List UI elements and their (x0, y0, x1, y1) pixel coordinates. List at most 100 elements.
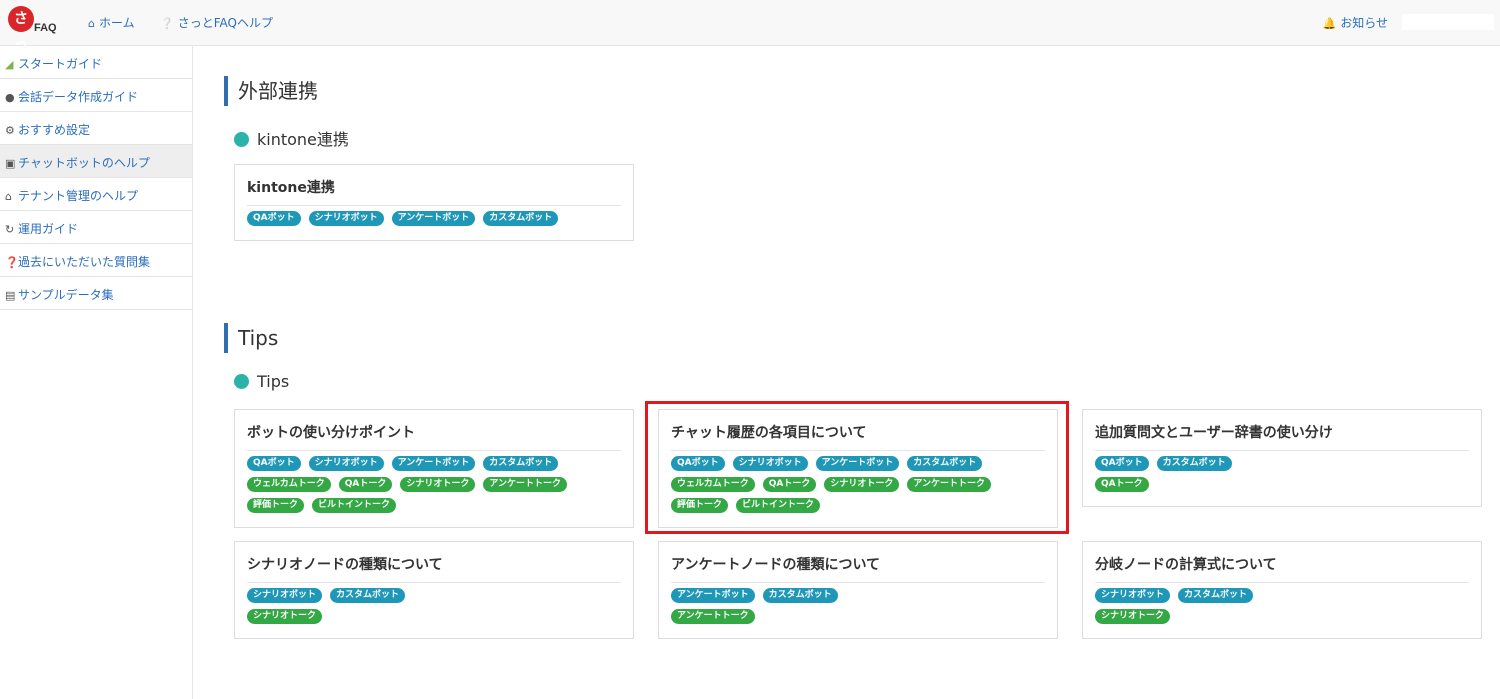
sidebar-item[interactable]: ❓過去にいただいた質問集 (0, 244, 192, 277)
sidebar-item-label: テナント管理のヘルプ (18, 189, 139, 203)
question-circle-icon: ❔ (160, 17, 174, 30)
talk-tag[interactable]: アンケートトーク (907, 477, 992, 492)
section-title-external: 外部連携 (224, 76, 318, 106)
talk-tag[interactable]: QAトーク (1095, 477, 1149, 492)
talk-tag[interactable]: ビルトイントーク (312, 498, 397, 513)
help-article-card[interactable]: チャット履歴の各項目について QAボット シナリオボット アンケートボット カスタムボッ… (658, 409, 1058, 528)
help-article-card[interactable]: ボットの使い分けポイント QAボット シナリオボット アンケートボット カスタムボットウ… (234, 409, 634, 528)
bot-tag[interactable]: QAボット (247, 456, 301, 471)
talk-tag[interactable]: シナリオトーク (400, 477, 476, 492)
sidebar-item[interactable]: ◢ スタートガイド (0, 46, 192, 79)
talk-tag[interactable]: アンケートトーク (671, 609, 755, 624)
sidebar-item[interactable]: ⚙ おすすめ設定 (0, 112, 192, 145)
sidebar-item[interactable]: ▤ サンプルデータ集 (0, 277, 192, 310)
bot-tag[interactable]: カスタムボット (483, 211, 559, 226)
bell-icon: 🔔 (1322, 17, 1337, 30)
home-icon: ⌂ (88, 17, 95, 30)
bot-tag[interactable]: QAボット (1095, 456, 1149, 471)
top-navbar: さっ FAQ ⌂ ホーム ❔ さっとFAQヘルプ 🔔 お知らせ (0, 0, 1500, 53)
nav-help-label: さっとFAQヘルプ (177, 16, 273, 30)
file-icon: ▤ (5, 289, 16, 302)
sidebar-item[interactable]: ▣ チャットボットのヘルプ (0, 145, 192, 178)
bot-tag[interactable]: カスタムボット (1178, 588, 1254, 603)
bullet-dot-icon (234, 132, 249, 147)
help-article-card[interactable]: kintone連携 QAボット シナリオボット アンケートボット カスタムボット (234, 164, 634, 241)
sidebar-item[interactable]: ⌂ テナント管理のヘルプ (0, 178, 192, 211)
bot-tag[interactable]: シナリオボット (1095, 588, 1171, 603)
logo-text: FAQ (34, 22, 57, 34)
sidebar-item[interactable]: ● 会話データ作成ガイド (0, 79, 192, 112)
talk-tag[interactable]: QAトーク (338, 477, 393, 492)
beginner-mark-icon: ◢ (5, 58, 14, 71)
robot-icon: ▣ (5, 157, 16, 170)
bot-tag[interactable]: アンケートボット (671, 588, 755, 603)
bot-tag[interactable]: アンケートボット (815, 456, 900, 471)
bot-tag[interactable]: カスタムボット (483, 456, 559, 471)
help-article-card[interactable]: 追加質問文とユーザー辞書の使い分け QAボット カスタムボット QAトーク (1082, 409, 1482, 507)
talk-tag[interactable]: ウェルカムトーク (671, 477, 755, 492)
sidebar-item-label: スタートガイド (18, 57, 103, 71)
card-title: kintone連携 (247, 177, 621, 206)
talk-tag[interactable]: ビルトイントーク (736, 498, 821, 513)
card-title: 追加質問文とユーザー辞書の使い分け (1095, 422, 1469, 451)
nav-help-link[interactable]: ❔ さっとFAQヘルプ (160, 14, 273, 31)
talk-tag[interactable]: シナリオトーク (824, 477, 900, 492)
talk-tag[interactable]: シナリオトーク (247, 609, 323, 624)
bot-tag[interactable]: QAボット (671, 456, 725, 471)
card-title: シナリオノードの種類について (247, 554, 621, 583)
notice-label: お知らせ (1340, 16, 1388, 30)
comments-icon: ● (5, 91, 15, 104)
bot-tag[interactable]: QAボット (247, 211, 301, 226)
tag-list: シナリオボット カスタムボット シナリオトーク (247, 588, 621, 630)
sidebar-item[interactable]: ↻ 運用ガイド (0, 211, 192, 244)
bot-tag[interactable]: シナリオボット (247, 588, 323, 603)
card-title: チャット履歴の各項目について (671, 422, 1045, 451)
bot-tag[interactable]: カスタムボット (907, 456, 983, 471)
sidebar-item-label: おすすめ設定 (18, 123, 91, 137)
sidebar-item-label: サンプルデータ集 (18, 288, 114, 302)
sidebar-item-label: 会話データ作成ガイド (18, 90, 139, 104)
subsection-tips: Tips (234, 372, 289, 391)
bot-tag[interactable]: アンケートボット (391, 456, 476, 471)
help-article-card[interactable]: アンケートノードの種類についてアンケートボット カスタムボット アンケートトーク (658, 541, 1058, 639)
card-title: 分岐ノードの計算式について (1095, 554, 1469, 583)
talk-tag[interactable]: 評価トーク (671, 498, 729, 513)
tag-list: QAボット シナリオボット アンケートボット カスタムボット (247, 211, 621, 232)
logo-mark: さっ (8, 6, 34, 53)
home-icon: ⌂ (5, 190, 12, 203)
help-article-card[interactable]: 分岐ノードの計算式についてシナリオボット カスタムボット シナリオトーク (1082, 541, 1482, 639)
card-title: アンケートノードの種類について (671, 554, 1045, 583)
sidebar-item-label: 過去にいただいた質問集 (18, 255, 151, 269)
sidebar: ◢ スタートガイド ● 会話データ作成ガイド ⚙ おすすめ設定 ▣ チャットボットのヘルプ ⌂ テ… (0, 46, 193, 699)
talk-tag[interactable]: 評価トーク (247, 498, 305, 513)
help-article-card[interactable]: シナリオノードの種類についてシナリオボット カスタムボット シナリオトーク (234, 541, 634, 639)
sidebar-item-label: 運用ガイド (18, 222, 79, 236)
talk-tag[interactable]: アンケートトーク (483, 477, 568, 492)
gear-icon: ⚙ (5, 124, 15, 137)
bot-tag[interactable]: カスタムボット (330, 588, 406, 603)
notice-link[interactable]: 🔔 お知らせ (1323, 14, 1388, 31)
nav-home-link[interactable]: ⌂ ホーム (88, 14, 135, 31)
bot-tag[interactable]: シナリオボット (308, 211, 384, 226)
bot-tag[interactable]: アンケートボット (391, 211, 476, 226)
bullet-dot-icon (234, 374, 249, 389)
refresh-icon: ↻ (5, 223, 15, 236)
bot-tag[interactable]: シナリオボット (308, 456, 384, 471)
nav-home-label: ホーム (98, 16, 135, 30)
question-circle-icon: ❓ (5, 256, 19, 269)
talk-tag[interactable]: シナリオトーク (1095, 609, 1171, 624)
tag-list: QAボット シナリオボット アンケートボット カスタムボットウェルカムトーク QAトーク… (671, 456, 1045, 519)
bot-tag[interactable]: カスタムボット (1156, 456, 1232, 471)
talk-tag[interactable]: ウェルカムトーク (247, 477, 331, 492)
tag-list: QAボット カスタムボット QAトーク (1095, 456, 1469, 498)
sidebar-item-label: チャットボットのヘルプ (18, 156, 150, 170)
bot-tag[interactable]: カスタムボット (762, 588, 838, 603)
bot-tag[interactable]: シナリオボット (732, 456, 808, 471)
tag-list: QAボット シナリオボット アンケートボット カスタムボットウェルカムトーク QAトーク… (247, 456, 621, 519)
user-menu[interactable] (1402, 14, 1494, 30)
tag-list: シナリオボット カスタムボット シナリオトーク (1095, 588, 1469, 630)
subsection-label: Tips (257, 372, 290, 391)
tag-list: アンケートボット カスタムボット アンケートトーク (671, 588, 1045, 630)
app-logo[interactable]: さっ FAQ (8, 6, 64, 53)
talk-tag[interactable]: QAトーク (762, 477, 817, 492)
